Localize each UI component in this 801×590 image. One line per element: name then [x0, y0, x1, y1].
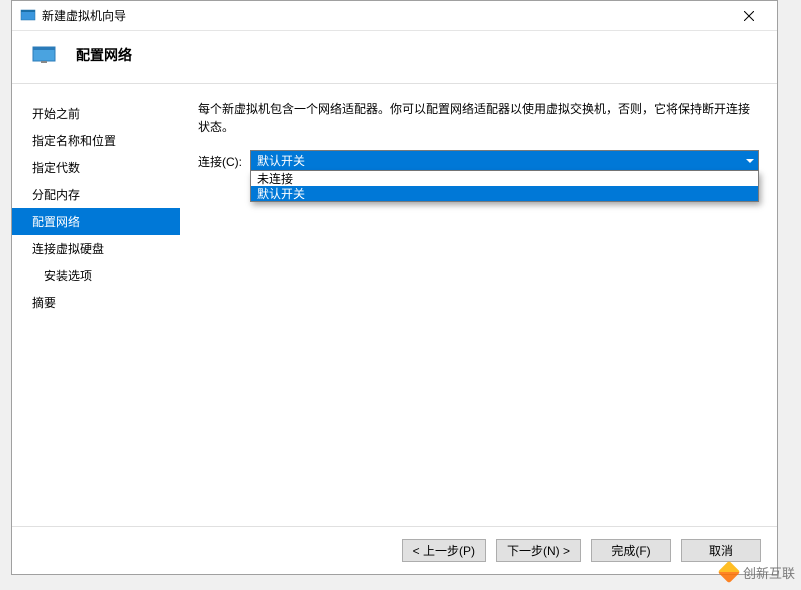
previous-button[interactable]: < 上一步(P) — [402, 539, 486, 562]
dropdown-option-not-connected[interactable]: 未连接 — [251, 171, 758, 186]
finish-button[interactable]: 完成(F) — [591, 539, 671, 562]
wizard-header: 配置网络 — [12, 31, 777, 84]
app-icon — [20, 8, 36, 24]
wizard-steps-sidebar: 开始之前 指定名称和位置 指定代数 分配内存 配置网络 连接虚拟硬盘 安装选项 … — [12, 84, 180, 526]
monitor-icon — [32, 46, 56, 64]
sidebar-item-generation[interactable]: 指定代数 — [12, 154, 180, 181]
close-icon — [744, 11, 754, 21]
sidebar-item-virtual-disk[interactable]: 连接虚拟硬盘 — [12, 235, 180, 262]
dropdown-option-default-switch[interactable]: 默认开关 — [251, 186, 758, 201]
titlebar: 新建虚拟机向导 — [12, 1, 777, 31]
combo-selected-text: 默认开关 — [257, 152, 305, 169]
sidebar-item-network[interactable]: 配置网络 — [12, 208, 180, 235]
connection-row: 连接(C): 默认开关 未连接 默认开关 — [198, 150, 759, 171]
sidebar-item-summary[interactable]: 摘要 — [12, 289, 180, 316]
sidebar-item-install-options[interactable]: 安装选项 — [12, 262, 180, 289]
chevron-down-icon — [746, 159, 754, 163]
connection-combo-wrapper: 默认开关 未连接 默认开关 — [250, 150, 759, 171]
sidebar-item-memory[interactable]: 分配内存 — [12, 181, 180, 208]
button-bar: < 上一步(P) 下一步(N) > 完成(F) 取消 — [12, 526, 777, 574]
content-area: 开始之前 指定名称和位置 指定代数 分配内存 配置网络 连接虚拟硬盘 安装选项 … — [12, 84, 777, 526]
wizard-dialog: 新建虚拟机向导 配置网络 开始之前 指定名称和位置 指定代数 分配内存 配置网络… — [11, 0, 778, 575]
cancel-button[interactable]: 取消 — [681, 539, 761, 562]
step-description: 每个新虚拟机包含一个网络适配器。你可以配置网络适配器以使用虚拟交换机，否则，它将… — [198, 100, 759, 136]
main-panel: 每个新虚拟机包含一个网络适配器。你可以配置网络适配器以使用虚拟交换机，否则，它将… — [180, 84, 777, 526]
sidebar-item-before-begin[interactable]: 开始之前 — [12, 100, 180, 127]
sidebar-item-name-location[interactable]: 指定名称和位置 — [12, 127, 180, 154]
next-button[interactable]: 下一步(N) > — [496, 539, 581, 562]
connection-label: 连接(C): — [198, 150, 242, 170]
connection-combobox[interactable]: 默认开关 — [250, 150, 759, 171]
close-button[interactable] — [729, 2, 769, 30]
page-title: 配置网络 — [76, 45, 132, 65]
titlebar-title: 新建虚拟机向导 — [42, 7, 729, 24]
connection-dropdown: 未连接 默认开关 — [250, 171, 759, 202]
